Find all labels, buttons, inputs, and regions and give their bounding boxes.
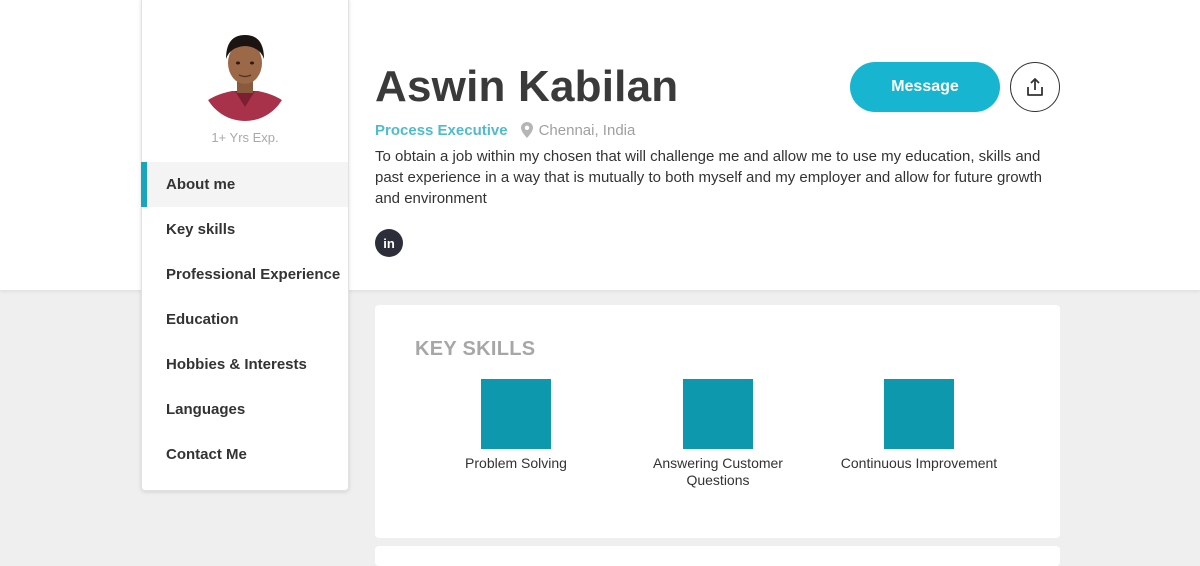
sidebar-item-key-skills[interactable]: Key skills: [142, 207, 348, 252]
skill-icon: [683, 379, 753, 449]
skill-label: Problem Solving: [465, 455, 567, 471]
profile-bio: To obtain a job within my chosen that wi…: [375, 148, 1042, 207]
skill-item: Problem Solving: [416, 379, 616, 472]
sidebar-item-languages[interactable]: Languages: [142, 387, 348, 432]
skill-icon: [481, 379, 551, 449]
next-section-card: [375, 546, 1060, 566]
job-title: Process Executive: [375, 121, 508, 139]
linkedin-icon[interactable]: in: [375, 229, 403, 257]
sidebar-item-hobbies[interactable]: Hobbies & Interests: [142, 342, 348, 387]
message-button[interactable]: Message: [850, 62, 1000, 112]
share-button[interactable]: [1010, 62, 1060, 112]
role-location-line: Process Executive Chennai, India: [375, 120, 635, 140]
skill-label: Answering Customer Questions: [653, 455, 783, 488]
skill-icon: [884, 379, 954, 449]
sidebar-item-about-me[interactable]: About me: [141, 162, 348, 207]
skill-item: Continuous Improvement: [819, 379, 1019, 472]
sidebar-nav: About me Key skills Professional Experie…: [141, 162, 348, 477]
skill-label: Continuous Improvement: [840, 455, 998, 471]
profile-name: Aswin Kabilan: [375, 62, 679, 111]
location-pin-icon: [520, 122, 533, 138]
location-text: Chennai, India: [538, 121, 636, 139]
avatar: [202, 21, 288, 121]
profile-sidebar: 1+ Yrs Exp. About me Key skills Professi…: [141, 0, 349, 491]
share-icon: [1025, 77, 1045, 97]
experience-label: 1+ Yrs Exp.: [211, 130, 279, 145]
sidebar-item-education[interactable]: Education: [142, 297, 348, 342]
key-skills-card: KEY SKILLS Problem Solving Answering Cus…: [375, 305, 1060, 538]
skill-item: Answering Customer Questions: [618, 379, 818, 489]
sidebar-item-contact-me[interactable]: Contact Me: [142, 432, 348, 477]
sidebar-item-professional-experience[interactable]: Professional Experience: [142, 252, 348, 297]
key-skills-title: KEY SKILLS: [415, 338, 536, 360]
